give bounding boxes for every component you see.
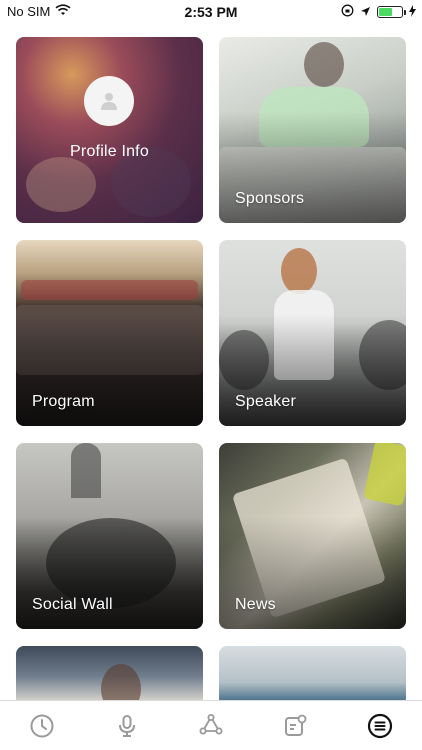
crowd-image [26,157,96,212]
speaker-image [281,248,317,294]
network-icon [199,713,223,734]
seats-image [21,280,198,300]
orientation-lock-icon [341,4,354,20]
card-label: Profile Info [70,143,149,160]
status-right [341,4,416,20]
tab-notifications[interactable] [273,704,317,748]
card-social-wall[interactable]: Social Wall [16,443,203,629]
card-label: News [235,596,276,613]
tab-schedule[interactable] [20,704,64,748]
notification-icon [285,714,307,736]
card-sponsors[interactable]: Sponsors [219,37,406,223]
card-speaker[interactable]: Speaker [219,240,406,426]
user-icon [84,76,134,126]
card-profile-info[interactable]: Profile Info [16,37,203,223]
tab-menu[interactable] [358,704,402,748]
location-icon [360,5,371,20]
microphone-icon [118,714,135,737]
status-bar: No SIM 2:53 PM [0,0,422,24]
card-partial-left[interactable] [16,646,203,706]
menu-icon [367,713,392,738]
card-partial-right[interactable] [219,646,406,706]
card-label: Social Wall [32,596,113,613]
card-program[interactable]: Program [16,240,203,426]
battery-icon [377,6,406,18]
tab-bar [0,700,422,750]
tab-speakers[interactable] [105,704,149,748]
card-label: Speaker [235,393,296,410]
tab-network[interactable] [189,704,233,748]
magazine-image-2 [363,443,406,507]
person-image [304,42,344,87]
card-label: Sponsors [235,190,305,207]
charging-icon [409,4,416,20]
clock-icon [30,714,54,737]
card-news[interactable]: News [219,443,406,629]
card-label: Program [32,393,95,410]
window-image [71,443,101,498]
